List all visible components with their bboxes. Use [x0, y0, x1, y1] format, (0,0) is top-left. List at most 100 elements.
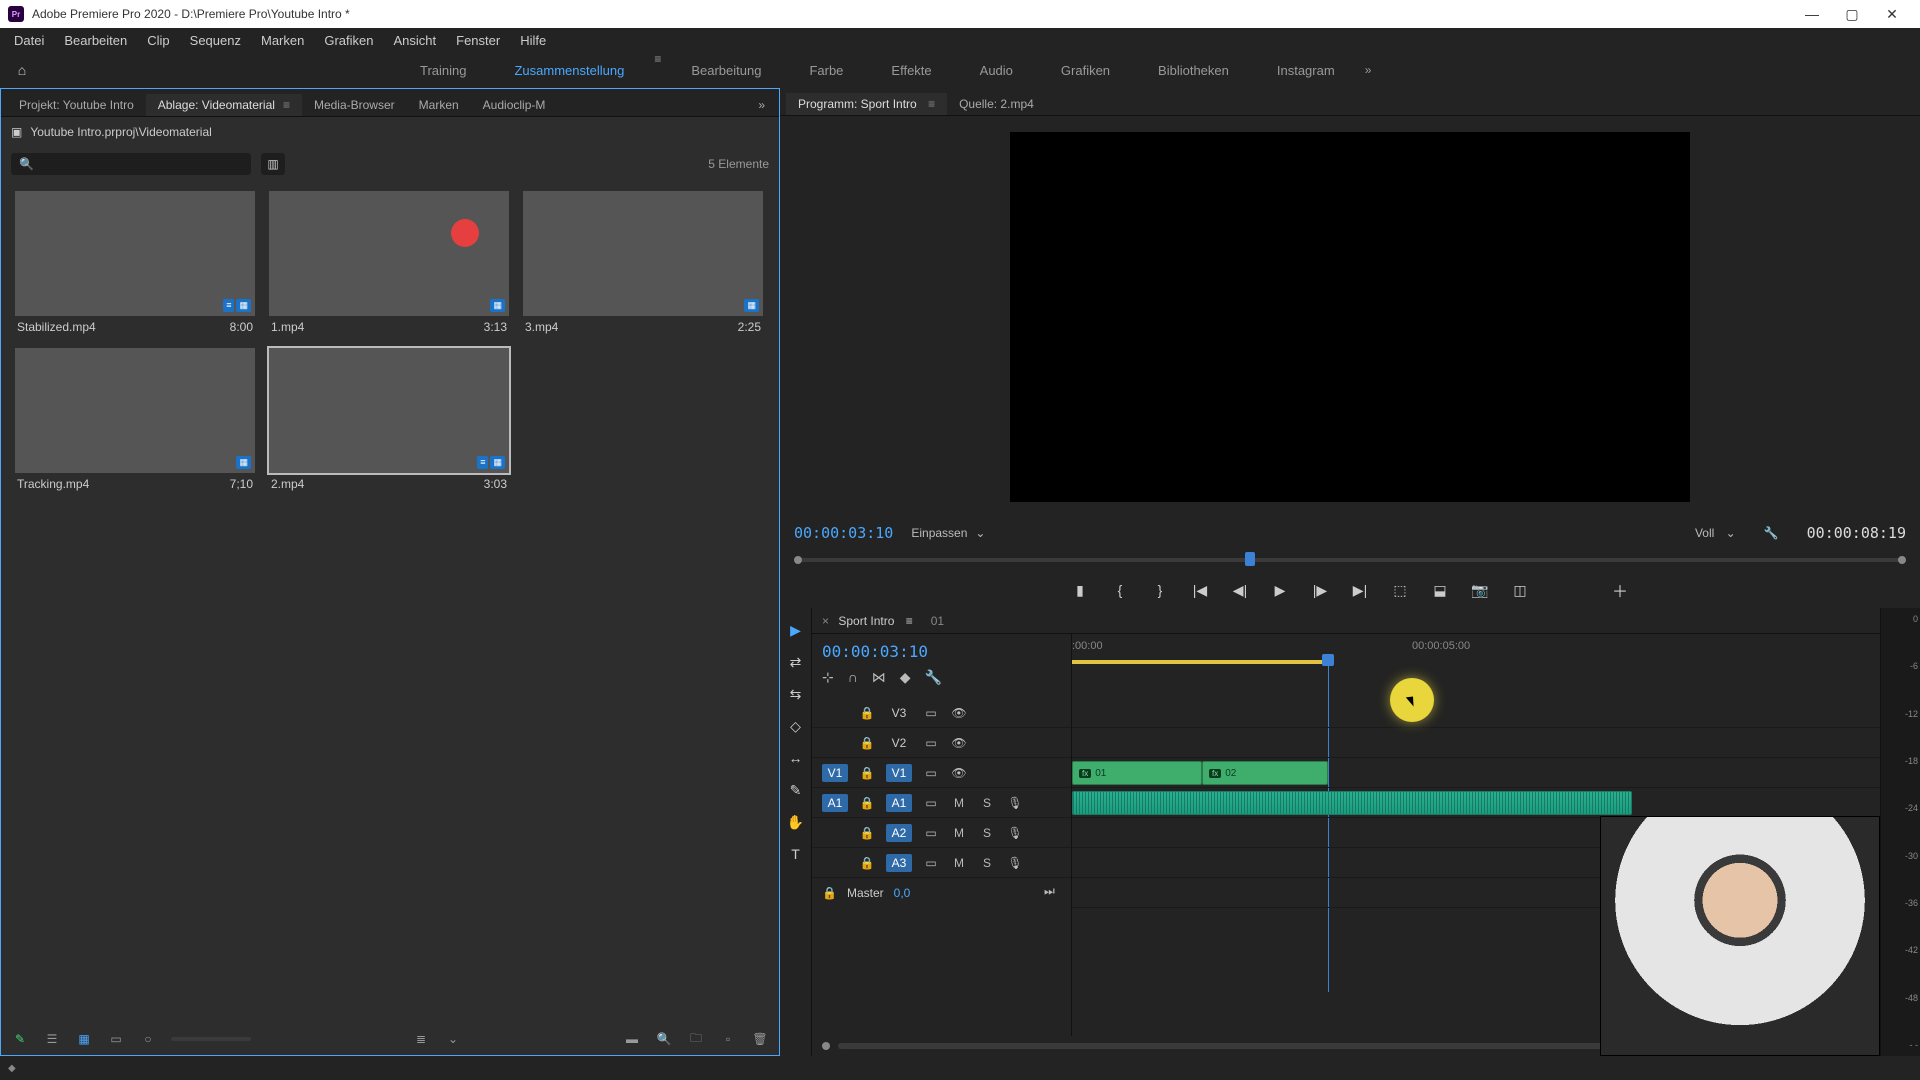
clip-item[interactable]: ≡▦2.mp43:03 — [269, 348, 509, 491]
video-clip[interactable]: fx01 — [1072, 761, 1202, 785]
workspace-effekte[interactable]: Effekte — [867, 52, 955, 88]
tab-source[interactable]: Quelle: 2.mp4 — [947, 93, 1046, 115]
automate-button[interactable]: ▬ — [623, 1030, 641, 1048]
sync-lock-icon[interactable]: ▭ — [922, 766, 940, 780]
program-timecode[interactable]: 00:00:03:10 — [794, 524, 893, 542]
audio-clip[interactable] — [1072, 791, 1632, 815]
mute-button[interactable]: M — [950, 796, 968, 810]
comparison-button[interactable]: ◫ — [1511, 582, 1529, 599]
solo-button[interactable]: S — [978, 856, 996, 870]
snap-button[interactable]: ⊹ — [822, 669, 834, 686]
track-target[interactable]: V3 — [886, 706, 912, 720]
step-forward-button[interactable]: |▶ — [1311, 582, 1329, 599]
timeline-timecode[interactable]: 00:00:03:10 — [822, 640, 1061, 669]
solo-button[interactable]: S — [978, 796, 996, 810]
resolution-dropdown[interactable]: Voll ⌄ — [1695, 526, 1736, 540]
play-around-icon[interactable]: ⏭ — [1044, 884, 1055, 899]
timeline-playhead[interactable] — [1322, 654, 1334, 666]
lock-icon[interactable]: 🔒 — [858, 736, 876, 750]
source-patch[interactable]: A1 — [822, 794, 848, 812]
track-target[interactable]: V2 — [886, 736, 912, 750]
tab-program[interactable]: Programm: Sport Intro ≡ — [786, 93, 947, 115]
solo-button[interactable]: S — [978, 826, 996, 840]
track-target[interactable]: A1 — [886, 794, 912, 812]
button-editor-button[interactable]: ＋ — [1611, 578, 1629, 602]
sync-lock-icon[interactable]: ▭ — [922, 796, 940, 810]
scrub-end-handle[interactable] — [1898, 556, 1906, 564]
mark-in-bracket[interactable]: { — [1111, 582, 1129, 598]
play-button[interactable]: ▶ — [1271, 582, 1289, 599]
sync-lock-icon[interactable]: ▭ — [922, 826, 940, 840]
step-back-button[interactable]: ◀| — [1231, 582, 1249, 599]
menu-grafiken[interactable]: Grafiken — [314, 28, 383, 52]
clip-thumbnail[interactable]: ≡▦ — [269, 348, 509, 473]
eye-icon[interactable]: 👁 — [950, 736, 968, 750]
menu-sequenz[interactable]: Sequenz — [180, 28, 251, 52]
menu-fenster[interactable]: Fenster — [446, 28, 510, 52]
video-clip[interactable]: fx02 — [1202, 761, 1328, 785]
mute-button[interactable]: M — [950, 856, 968, 870]
eye-icon[interactable]: 👁 — [950, 766, 968, 780]
menu-datei[interactable]: Datei — [4, 28, 54, 52]
lock-icon[interactable]: 🔒 — [858, 796, 876, 810]
lock-icon[interactable]: 🔒 — [858, 856, 876, 870]
linked-selection-button[interactable]: ⋈ — [872, 669, 886, 686]
hand-tool[interactable]: ✋ — [786, 812, 806, 832]
search-input[interactable]: 🔍 — [11, 153, 251, 175]
close-button[interactable]: ✕ — [1872, 0, 1912, 28]
workspace-bibliotheken[interactable]: Bibliotheken — [1134, 52, 1253, 88]
audio-lane[interactable] — [1072, 788, 1880, 818]
slip-tool[interactable]: ↔ — [786, 748, 806, 768]
icon-view-button[interactable]: ▦ — [75, 1030, 93, 1048]
sync-lock-icon[interactable]: ▭ — [922, 706, 940, 720]
menu-marken[interactable]: Marken — [251, 28, 314, 52]
video-lane[interactable] — [1072, 728, 1880, 758]
sequence-tab[interactable]: × Sport Intro ≡ — [822, 614, 913, 628]
new-item-button[interactable]: ▫ — [719, 1030, 737, 1048]
mark-in-button[interactable]: ▮ — [1071, 582, 1089, 599]
pen-tool[interactable]: ✎ — [786, 780, 806, 800]
master-value[interactable]: 0,0 — [894, 886, 911, 900]
workspace-instagram[interactable]: Instagram — [1253, 52, 1359, 88]
lock-icon[interactable]: 🔒 — [858, 706, 876, 720]
project-tab-4[interactable]: Audioclip-M — [471, 94, 558, 116]
time-ruler[interactable]: :00:0000:00:05:00 — [1072, 634, 1880, 692]
clip-item[interactable]: ▦1.mp43:13 — [269, 191, 509, 334]
work-area-bar[interactable] — [1072, 660, 1328, 664]
clip-thumbnail[interactable]: ▦ — [15, 348, 255, 473]
lock-icon[interactable]: 🔒 — [822, 886, 837, 900]
voiceover-icon[interactable]: 🎙 — [1006, 856, 1024, 870]
project-tab-2[interactable]: Media-Browser — [302, 94, 407, 116]
delete-button[interactable]: 🗑 — [751, 1030, 769, 1048]
type-tool[interactable]: T — [786, 844, 806, 864]
eye-icon[interactable]: 👁 — [950, 706, 968, 720]
track-target[interactable]: V1 — [886, 764, 912, 782]
track-target[interactable]: A2 — [886, 824, 912, 842]
clip-thumbnail[interactable]: ≡▦ — [15, 191, 255, 316]
zoom-slider[interactable] — [171, 1037, 251, 1041]
extract-button[interactable]: ⬓ — [1431, 582, 1449, 599]
program-playhead[interactable] — [1245, 552, 1255, 566]
video-lane[interactable]: fx01fx02 — [1072, 758, 1880, 788]
find-button[interactable]: 🔍 — [655, 1030, 673, 1048]
clip-item[interactable]: ▦3.mp42:25 — [523, 191, 763, 334]
track-select-tool[interactable]: ⇄ — [786, 652, 806, 672]
ripple-tool[interactable]: ⇆ — [786, 684, 806, 704]
workspace-overflow-button[interactable]: » — [1359, 63, 1378, 77]
mark-out-bracket[interactable]: } — [1151, 582, 1169, 598]
magnet-button[interactable]: ∩ — [848, 669, 858, 686]
sort-button[interactable]: ≣ — [412, 1030, 430, 1048]
scrub-start-handle[interactable] — [794, 556, 802, 564]
sort-menu-button[interactable]: ⌄ — [444, 1030, 462, 1048]
settings-button[interactable]: 🔧 — [925, 669, 942, 686]
list-view-button[interactable]: ☰ — [43, 1030, 61, 1048]
voiceover-icon[interactable]: 🎙 — [1006, 826, 1024, 840]
sync-lock-icon[interactable]: ▭ — [922, 736, 940, 750]
clip-thumbnail[interactable]: ▦ — [523, 191, 763, 316]
clip-item[interactable]: ≡▦Stabilized.mp48:00 — [15, 191, 255, 334]
video-lane[interactable] — [1072, 698, 1880, 728]
marker-button[interactable]: ◆ — [900, 669, 911, 686]
sequence-tab-2[interactable]: 01 — [931, 614, 944, 628]
tab-program-menu[interactable]: ≡ — [920, 97, 935, 111]
track-target[interactable]: A3 — [886, 854, 912, 872]
